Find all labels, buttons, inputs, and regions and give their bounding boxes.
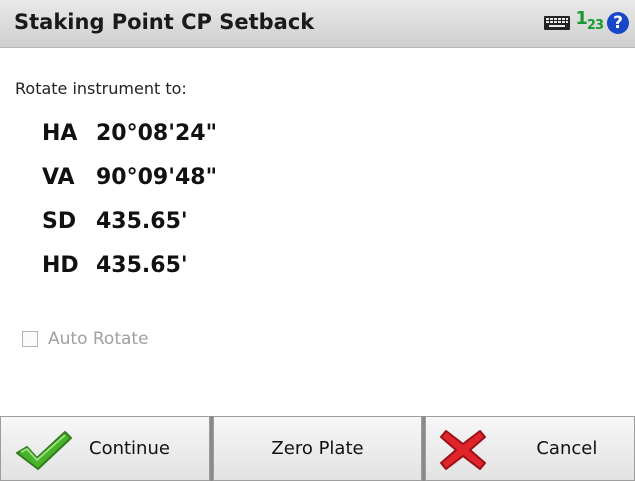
readout-value: 90°09'48" xyxy=(96,165,218,190)
window-title: Staking Point CP Setback xyxy=(14,10,315,34)
continue-label: Continue xyxy=(89,438,170,459)
numeric-icon-digit: 1 xyxy=(575,8,587,29)
readout-hd: HD 435.65' xyxy=(42,253,217,297)
numeric-input-icon[interactable]: 123 xyxy=(575,8,604,35)
numeric-icon-digit: 2 xyxy=(586,18,596,33)
auto-rotate-label: Auto Rotate xyxy=(48,329,149,349)
readout-label: VA xyxy=(42,165,75,190)
readout-label: HD xyxy=(42,253,79,278)
rotation-readouts: HA 20°08'24" VA 90°09'48" SD 435.65' HD 435.… xyxy=(42,121,217,297)
instruction-text: Rotate instrument to: xyxy=(15,79,187,98)
checkmark-icon xyxy=(13,427,75,478)
cross-icon xyxy=(438,427,488,478)
numeric-icon-digit: 3 xyxy=(594,18,604,33)
readout-value: 435.65' xyxy=(96,253,188,278)
zero-plate-label: Zero Plate xyxy=(271,438,364,459)
cancel-button[interactable]: Cancel xyxy=(425,416,635,481)
button-bar: Continue Zero Plate Cancel xyxy=(0,416,635,481)
readout-sd: SD 435.65' xyxy=(42,209,217,253)
zero-plate-button[interactable]: Zero Plate xyxy=(212,416,423,481)
readout-value: 20°08'24" xyxy=(96,121,218,146)
cancel-label: Cancel xyxy=(536,438,598,459)
keyboard-icon[interactable] xyxy=(543,14,571,32)
readout-label: HA xyxy=(42,121,78,146)
readout-value: 435.65' xyxy=(96,209,188,234)
auto-rotate-checkbox[interactable]: Auto Rotate xyxy=(22,329,149,349)
checkbox-box[interactable] xyxy=(22,331,38,347)
readout-ha: HA 20°08'24" xyxy=(42,121,217,165)
title-bar: Staking Point CP Setback 123 ? xyxy=(0,0,635,48)
help-icon[interactable]: ? xyxy=(607,11,629,34)
readout-label: SD xyxy=(42,209,77,234)
continue-button[interactable]: Continue xyxy=(0,416,210,481)
readout-va: VA 90°09'48" xyxy=(42,165,217,209)
titlebar-icons: 123 ? xyxy=(543,10,629,35)
